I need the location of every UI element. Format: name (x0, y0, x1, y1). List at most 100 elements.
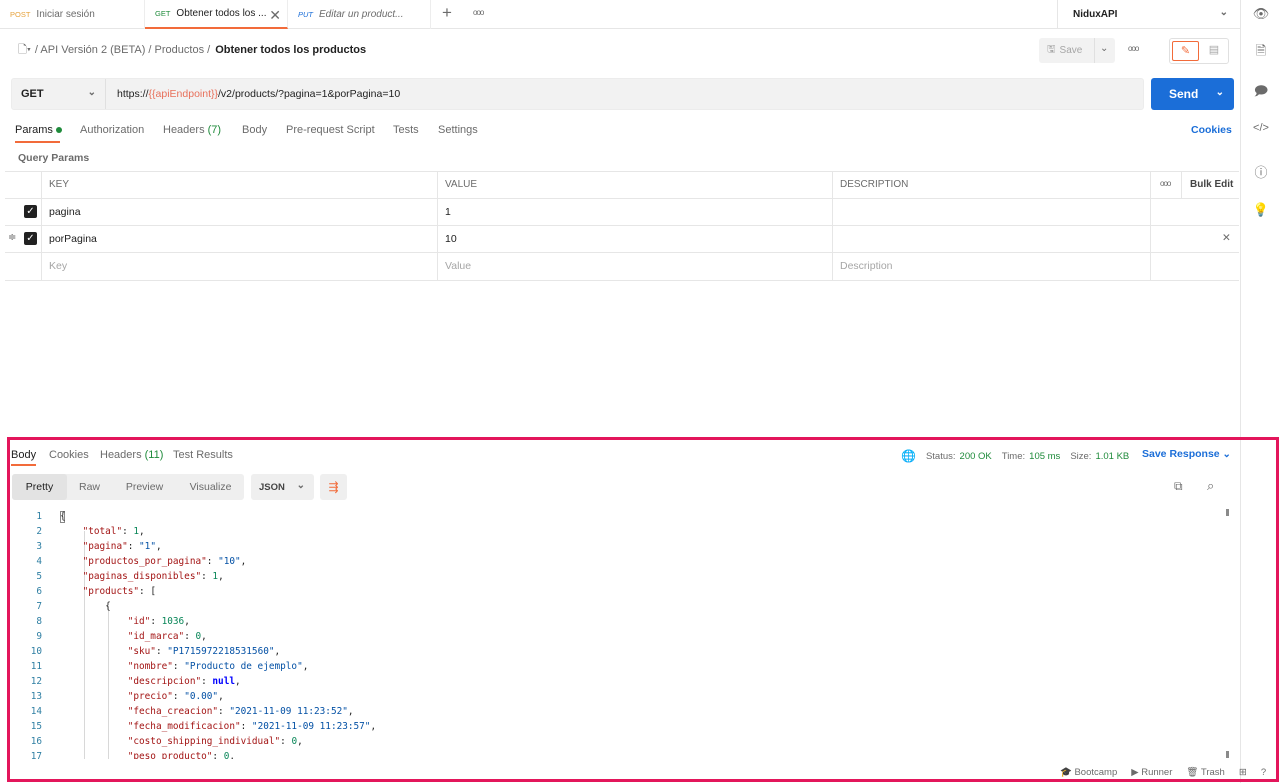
param-value[interactable]: 1 (445, 206, 451, 218)
key-input[interactable]: Key (49, 260, 67, 272)
url-bar: GET ⌄ https://{{apiEndpoint}}/v2/product… (11, 78, 1144, 110)
document-icon[interactable]: 🗎 (1241, 42, 1280, 64)
request-tab[interactable]: POST Iniciar sesión (0, 0, 145, 29)
page-title: Obtener todos los productos (215, 44, 367, 56)
column-header-key: KEY (49, 179, 70, 190)
url-input[interactable]: https://{{apiEndpoint}}/v2/products/?pag… (117, 88, 400, 100)
more-icon[interactable]: ooo (1160, 179, 1171, 188)
param-checkbox[interactable]: ✓ (24, 205, 37, 218)
chevron-down-icon[interactable]: ⌄ (1216, 87, 1224, 98)
tab-response-body[interactable]: Body (11, 449, 36, 461)
tab-params[interactable]: Params (15, 124, 62, 136)
request-tab[interactable]: PUT Editar un product... (288, 0, 431, 29)
format-select[interactable]: JSON ⌄ (251, 474, 314, 500)
cookies-link[interactable]: Cookies (1191, 124, 1232, 136)
description-input[interactable]: Description (840, 260, 893, 272)
method-label: GET (155, 9, 171, 18)
size-value: 1.01 KB (1095, 450, 1130, 462)
response-body-editor[interactable]: 1 {2 "total": 1, 3 "pagina": "1", 4 "produc… (10, 509, 1222, 759)
trash-link[interactable]: 🗑 Trash (1186, 767, 1224, 778)
tab-tests[interactable]: Tests (393, 124, 419, 136)
code-line: "nombre": "Producto de ejemplo", (127, 661, 309, 672)
param-key[interactable]: porPagina (49, 233, 97, 245)
code-line: "precio": "0.00", (127, 691, 224, 702)
view-mode-selector: Pretty Raw Preview Visualize (12, 474, 244, 500)
line-number: 2 (36, 526, 42, 537)
edit-icon[interactable]: ✎ (1172, 41, 1199, 61)
param-value[interactable]: 10 (445, 233, 457, 245)
code-line: "costo_shipping_individual": 0, (127, 736, 303, 747)
tab-response-cookies[interactable]: Cookies (49, 449, 89, 461)
code-line: "products": [ (82, 586, 156, 597)
comment-icon[interactable]: 🗩 (1241, 82, 1280, 104)
line-number: 10 (30, 646, 42, 657)
tab-label: Params (15, 124, 53, 136)
add-tab-icon[interactable]: + (442, 3, 452, 23)
url-variable: {{apiEndpoint}} (148, 88, 219, 100)
environment-select[interactable]: NiduxAPI ⌄ (1057, 0, 1240, 29)
eye-icon[interactable]: 👁 (1241, 6, 1280, 22)
comment-icon[interactable]: ▤ (1202, 41, 1226, 61)
line-number: 3 (36, 541, 42, 552)
section-title: Query Params (18, 152, 90, 164)
delete-icon[interactable]: ✕ (1222, 232, 1231, 244)
status-label: Status: (925, 450, 956, 462)
bootcamp-link[interactable]: 🎓 Bootcamp (1060, 767, 1117, 778)
column-header-description: DESCRIPTION (840, 179, 909, 190)
method-label: GET (21, 88, 44, 100)
code-icon[interactable]: </> (1241, 122, 1280, 134)
param-key[interactable]: pagina (49, 206, 81, 218)
save-response-label: Save Response (1142, 448, 1220, 460)
tab-authorization[interactable]: Authorization (80, 124, 144, 136)
drag-handle-icon[interactable]: ≑ (8, 232, 16, 243)
bulk-edit-link[interactable]: Bulk Edit (1190, 179, 1233, 190)
help-icon[interactable]: ? (1261, 767, 1266, 778)
tab-title: Obtener todos los ... (176, 8, 267, 19)
value-input[interactable]: Value (445, 260, 471, 272)
layout-icon[interactable]: ⊞ (1239, 767, 1247, 778)
wrap-lines-icon[interactable]: ⇶ (320, 474, 347, 500)
code-line: { (60, 511, 66, 522)
chevron-down-icon[interactable]: ⌄ (1100, 43, 1108, 54)
scrollbar[interactable] (1222, 509, 1232, 759)
tab-test-results[interactable]: Test Results (173, 449, 233, 461)
close-icon[interactable]: ✕ (269, 7, 281, 24)
runner-label: Runner (1141, 767, 1173, 778)
line-number: 5 (36, 571, 42, 582)
code-line: "sku": "P1715972218531560", (127, 646, 281, 657)
format-label: JSON (259, 481, 285, 493)
globe-icon[interactable]: 🌐 (901, 449, 916, 463)
view-preview[interactable]: Preview (117, 474, 172, 500)
send-button[interactable]: Send ⌄ (1151, 78, 1234, 110)
info-icon[interactable]: ⓘ (1241, 162, 1280, 181)
view-pretty[interactable]: Pretty (12, 474, 67, 500)
tab-response-headers[interactable]: Headers (11) (100, 449, 163, 461)
param-checkbox[interactable]: ✓ (24, 232, 37, 245)
save-response-button[interactable]: Save Response ⌄ (1142, 448, 1231, 460)
save-button[interactable]: 🖫 Save ⌄ (1039, 38, 1115, 63)
response-status: 🌐 Status: 200 OK Time: 105 ms Size: 1.01… (901, 449, 1129, 463)
collection-icon[interactable]: 🗋▾ (18, 41, 31, 60)
tab-body[interactable]: Body (242, 124, 267, 136)
runner-link[interactable]: ▶ Runner (1131, 767, 1172, 778)
code-line: "id": 1036, (127, 616, 190, 627)
tab-pre-request-script[interactable]: Pre-request Script (286, 124, 375, 136)
more-icon[interactable]: ooo (1128, 44, 1139, 53)
lightbulb-icon[interactable]: 💡 (1241, 202, 1280, 218)
copy-icon[interactable]: ⧉ (1174, 479, 1183, 494)
chevron-down-icon: ⌄ (87, 87, 96, 98)
send-label: Send (1169, 87, 1199, 101)
breadcrumb-path[interactable]: / API Versión 2 (BETA) / Productos / (35, 44, 210, 56)
search-icon[interactable]: ⌕ (1207, 478, 1214, 494)
tab-settings[interactable]: Settings (438, 124, 478, 136)
view-raw[interactable]: Raw (72, 474, 107, 500)
request-tab[interactable]: GET Obtener todos los ... ✕ (145, 0, 288, 29)
method-select[interactable]: GET ⌄ (12, 79, 106, 109)
more-icon[interactable]: ooo (473, 8, 484, 17)
tab-headers[interactable]: Headers (7) (163, 124, 221, 136)
time-value: 105 ms (1029, 450, 1061, 462)
chevron-down-icon: ⌄ (296, 480, 305, 491)
code-line: "descripcion": null, (127, 676, 241, 687)
chevron-down-icon: ⌄ (1219, 7, 1228, 18)
view-visualize[interactable]: Visualize (182, 474, 239, 500)
